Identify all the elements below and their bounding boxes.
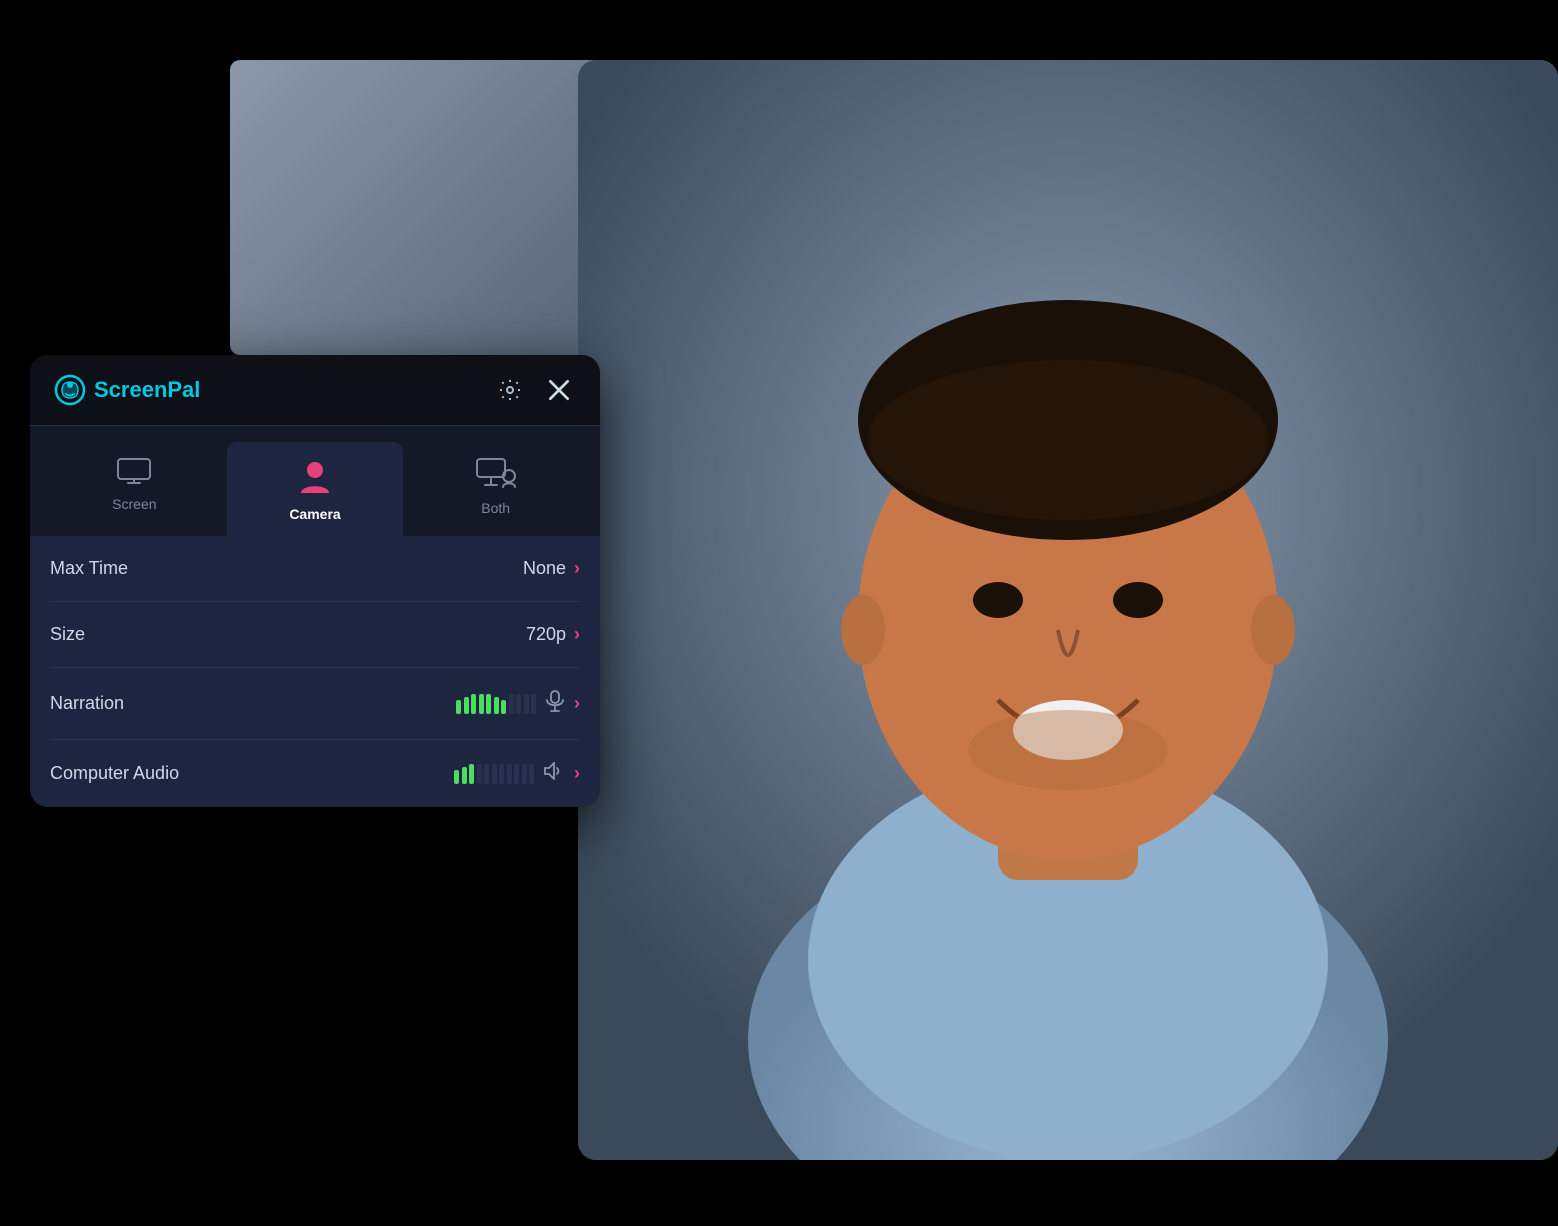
ca-bar-1 [454, 770, 459, 784]
bar-4 [479, 694, 484, 714]
size-label: Size [50, 624, 526, 645]
size-row[interactable]: Size 720p › [50, 602, 580, 668]
bar-6 [494, 697, 499, 714]
computer-audio-row[interactable]: Computer Audio › [50, 740, 580, 807]
panel-header: ScreenPal [30, 355, 600, 426]
bar-2 [464, 697, 469, 714]
person-illustration [578, 60, 1558, 1160]
gear-icon [498, 378, 522, 402]
computer-audio-label: Computer Audio [50, 763, 454, 784]
ca-bar-10 [522, 764, 527, 784]
narration-chevron: › [574, 693, 580, 714]
max-time-row[interactable]: Max Time None › [50, 536, 580, 602]
mode-tabs: Screen Camera Both [30, 426, 600, 536]
ca-bar-2 [462, 767, 467, 784]
computer-audio-volume-bars [454, 764, 534, 784]
bar-11 [531, 694, 536, 714]
size-chevron: › [574, 624, 580, 645]
ca-bar-8 [507, 764, 512, 784]
computer-audio-chevron: › [574, 763, 580, 784]
settings-list: Max Time None › Size 720p › Narration [30, 536, 600, 807]
size-value: 720p [526, 624, 566, 645]
narration-row[interactable]: Narration [50, 668, 580, 740]
bar-9 [516, 694, 521, 714]
app-panel: ScreenPal [30, 355, 600, 807]
ca-bar-11 [529, 764, 534, 784]
max-time-label: Max Time [50, 558, 523, 579]
close-button[interactable] [542, 373, 576, 407]
logo-area: ScreenPal [54, 374, 200, 406]
both-mode-icon [476, 458, 516, 492]
max-time-chevron: › [574, 558, 580, 579]
narration-volume-bars [456, 694, 536, 714]
max-time-value: None [523, 558, 566, 579]
app-name: ScreenPal [94, 377, 200, 403]
tab-both-label: Both [481, 500, 510, 516]
tab-both[interactable]: Both [407, 442, 584, 536]
settings-button[interactable] [494, 374, 526, 406]
tab-screen-label: Screen [112, 496, 156, 512]
ca-bar-5 [484, 764, 489, 784]
mic-icon [546, 690, 564, 717]
close-icon [546, 377, 572, 403]
bar-3 [471, 694, 476, 714]
tab-screen[interactable]: Screen [46, 442, 223, 536]
bar-10 [524, 694, 529, 714]
header-actions [494, 373, 576, 407]
ca-bar-6 [492, 764, 497, 784]
ca-bar-7 [499, 764, 504, 784]
bar-7 [501, 700, 506, 714]
speaker-icon [544, 762, 564, 785]
bar-5 [486, 694, 491, 714]
tab-camera[interactable]: Camera [227, 442, 404, 536]
camera-mode-icon [300, 458, 330, 498]
bar-8 [509, 694, 514, 714]
ca-bar-4 [477, 764, 482, 784]
person-photo [578, 60, 1558, 1160]
narration-label: Narration [50, 693, 456, 714]
screen-mode-icon [117, 458, 151, 488]
ca-bar-3 [469, 764, 474, 784]
face-bg [578, 60, 1558, 1160]
screenpal-logo-icon [54, 374, 86, 406]
ca-bar-9 [514, 764, 519, 784]
tab-camera-label: Camera [289, 506, 340, 522]
bar-1 [456, 700, 461, 714]
